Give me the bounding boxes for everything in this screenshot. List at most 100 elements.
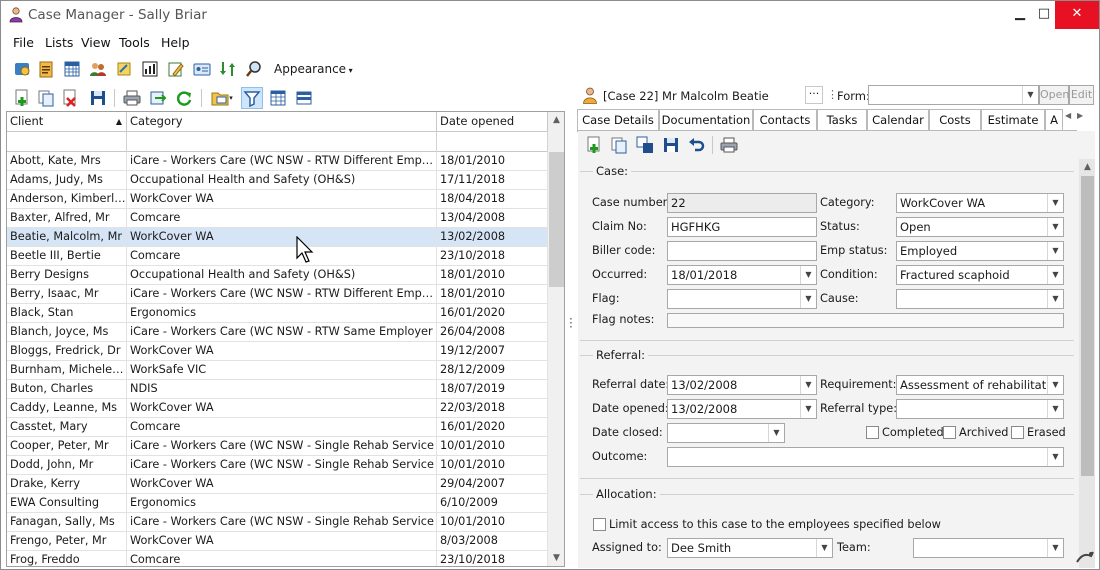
- outcome-select[interactable]: ▼: [667, 447, 1064, 467]
- biller-field[interactable]: [667, 241, 817, 261]
- table-row[interactable]: Berry, Isaac, Mr iCare - Workers Care (WC…: [7, 285, 548, 304]
- refresh-icon[interactable]: [173, 87, 195, 109]
- menu-tools[interactable]: Tools: [119, 35, 150, 50]
- menu-lists[interactable]: Lists: [45, 35, 73, 50]
- table-row[interactable]: Berry Designs Occupational Health and Saf…: [7, 266, 548, 285]
- requirement-select[interactable]: Assessment of rehabilitation n ▼: [896, 375, 1064, 395]
- tab-calendar[interactable]: Calendar: [867, 109, 929, 131]
- more-button[interactable]: ···: [805, 86, 823, 104]
- contacts-icon[interactable]: [87, 58, 109, 80]
- close-button[interactable]: ✕: [1055, 1, 1099, 29]
- cause-select[interactable]: ▼: [896, 289, 1064, 309]
- tab-estimate[interactable]: Estimate: [981, 109, 1045, 131]
- menu-view[interactable]: View: [81, 35, 111, 50]
- copy-icon[interactable]: [608, 134, 630, 156]
- form-select[interactable]: ▼: [868, 85, 1039, 105]
- table-row[interactable]: Drake, Kerry WorkCover WA 29/04/2007: [7, 475, 548, 494]
- scroll-thumb[interactable]: [1081, 176, 1094, 476]
- export-icon[interactable]: [147, 87, 169, 109]
- layout-icon[interactable]: [293, 87, 315, 109]
- resize-grip-icon[interactable]: [1075, 548, 1095, 566]
- folder-dropdown-icon[interactable]: ▾: [207, 87, 237, 109]
- undo-icon[interactable]: [686, 134, 708, 156]
- tab-overflow[interactable]: A: [1045, 109, 1063, 131]
- scroll-thumb[interactable]: [549, 152, 564, 287]
- emp-status-select[interactable]: Employed ▼: [896, 241, 1064, 261]
- table-row[interactable]: Anderson, Kimberly, ... WorkCover WA 18/04…: [7, 190, 548, 209]
- erased-checkbox[interactable]: [1011, 426, 1024, 439]
- panel-scrollbar[interactable]: ▲: [1079, 159, 1095, 568]
- print-icon[interactable]: [718, 134, 740, 156]
- tab-tasks[interactable]: Tasks: [817, 109, 867, 131]
- edit-button[interactable]: Edit: [1069, 85, 1094, 105]
- table-row[interactable]: Beetle III, Bertie Comcare 23/10/2018: [7, 247, 548, 266]
- flag-select[interactable]: ▼: [667, 289, 817, 309]
- date-filter[interactable]: [437, 132, 548, 152]
- cases-icon[interactable]: [11, 58, 33, 80]
- edit-note-icon[interactable]: [165, 58, 187, 80]
- status-select[interactable]: Open ▼: [896, 217, 1064, 237]
- tab-scroll-right-icon[interactable]: ▶: [1077, 111, 1083, 120]
- filter-icon[interactable]: [241, 87, 263, 109]
- date-opened[interactable]: 13/02/2008 ▼: [667, 399, 817, 419]
- table-row[interactable]: EWA Consulting Ergonomics 6/10/2009: [7, 494, 548, 513]
- appearance-menu[interactable]: Appearance ▾: [274, 62, 353, 76]
- table-row[interactable]: Baxter, Alfred, Mr Comcare 13/04/2008: [7, 209, 548, 228]
- transfer-icon[interactable]: [217, 58, 239, 80]
- tab-scroll-left-icon[interactable]: ◀: [1065, 111, 1071, 120]
- splitter-handle[interactable]: · · ·: [569, 313, 573, 333]
- table-row[interactable]: Dodd, John, Mr iCare - Workers Care (WC N…: [7, 456, 548, 475]
- scroll-up-icon[interactable]: ▲: [1079, 159, 1095, 176]
- client-filter[interactable]: [7, 132, 127, 152]
- tab-costs[interactable]: Costs: [929, 109, 981, 131]
- table-row[interactable]: Bloggs, Fredrick, Dr WorkCover WA 19/12/20…: [7, 342, 548, 361]
- save-icon[interactable]: [660, 134, 682, 156]
- referral-type-select[interactable]: ▼: [896, 399, 1064, 419]
- clipboard-icon[interactable]: [35, 58, 57, 80]
- column-client[interactable]: Client ▲: [7, 112, 127, 132]
- scroll-down-icon[interactable]: ▼: [548, 550, 564, 566]
- add-icon[interactable]: [11, 87, 33, 109]
- tab-case-details[interactable]: Case Details: [577, 109, 659, 132]
- team-select[interactable]: ▼: [913, 538, 1064, 558]
- table-row[interactable]: Cooper, Peter, Mr iCare - Workers Care (W…: [7, 437, 548, 456]
- category-filter[interactable]: [127, 132, 437, 152]
- save-icon[interactable]: [87, 87, 109, 109]
- table-row[interactable]: Black, Stan Ergonomics 16/01/2020: [7, 304, 548, 323]
- tab-documentation[interactable]: Documentation: [659, 109, 753, 131]
- delete-icon[interactable]: [59, 87, 81, 109]
- table-row[interactable]: Frog, Freddo Comcare 23/10/2018: [7, 551, 548, 566]
- table-row[interactable]: Abott, Kate, Mrs iCare - Workers Care (WC…: [7, 152, 548, 171]
- table-row[interactable]: Caddy, Leanne, Ms WorkCover WA 22/03/2018: [7, 399, 548, 418]
- id-card-icon[interactable]: [191, 58, 213, 80]
- report-icon[interactable]: [139, 58, 161, 80]
- table-row[interactable]: Blanch, Joyce, Ms iCare - Workers Care (W…: [7, 323, 548, 342]
- search-icon[interactable]: [243, 58, 265, 80]
- table-row[interactable]: Casstet, Mary Comcare 16/01/2020: [7, 418, 548, 437]
- table-row[interactable]: Fanagan, Sally, Ms iCare - Workers Care (…: [7, 513, 548, 532]
- duplicate-icon[interactable]: [634, 134, 656, 156]
- date-closed[interactable]: ▼: [667, 423, 785, 443]
- table-row[interactable]: Burnham, Michele, Mrs WorkSafe VIC 28/12/2…: [7, 361, 548, 380]
- tab-contacts[interactable]: Contacts: [753, 109, 817, 131]
- copy-icon[interactable]: [35, 87, 57, 109]
- table-view-icon[interactable]: [267, 87, 289, 109]
- column-category[interactable]: Category: [127, 112, 437, 132]
- table-row[interactable]: Beatie, Malcolm, Mr WorkCover WA 13/02/200…: [7, 228, 548, 247]
- print-icon[interactable]: [121, 87, 143, 109]
- table-row[interactable]: Buton, Charles NDIS 18/07/2019: [7, 380, 548, 399]
- claim-field[interactable]: HGFHKG: [667, 217, 817, 237]
- scroll-up-icon[interactable]: ▲: [548, 112, 564, 129]
- condition-select[interactable]: Fractured scaphoid ▼: [896, 265, 1064, 285]
- calendar-icon[interactable]: [61, 58, 83, 80]
- key-icon[interactable]: [113, 58, 135, 80]
- grid-scrollbar[interactable]: ▲ ▼: [548, 112, 564, 566]
- open-button[interactable]: Open: [1039, 85, 1069, 105]
- menu-file[interactable]: File: [13, 35, 34, 50]
- archived-checkbox[interactable]: [943, 426, 956, 439]
- assigned-select[interactable]: Dee Smith ▼: [667, 538, 833, 558]
- table-row[interactable]: Adams, Judy, Ms Occupational Health and S…: [7, 171, 548, 190]
- column-date-opened[interactable]: Date opened: [437, 112, 548, 132]
- occurred-date[interactable]: 18/01/2018 ▼: [667, 265, 817, 285]
- add-icon[interactable]: [583, 134, 605, 156]
